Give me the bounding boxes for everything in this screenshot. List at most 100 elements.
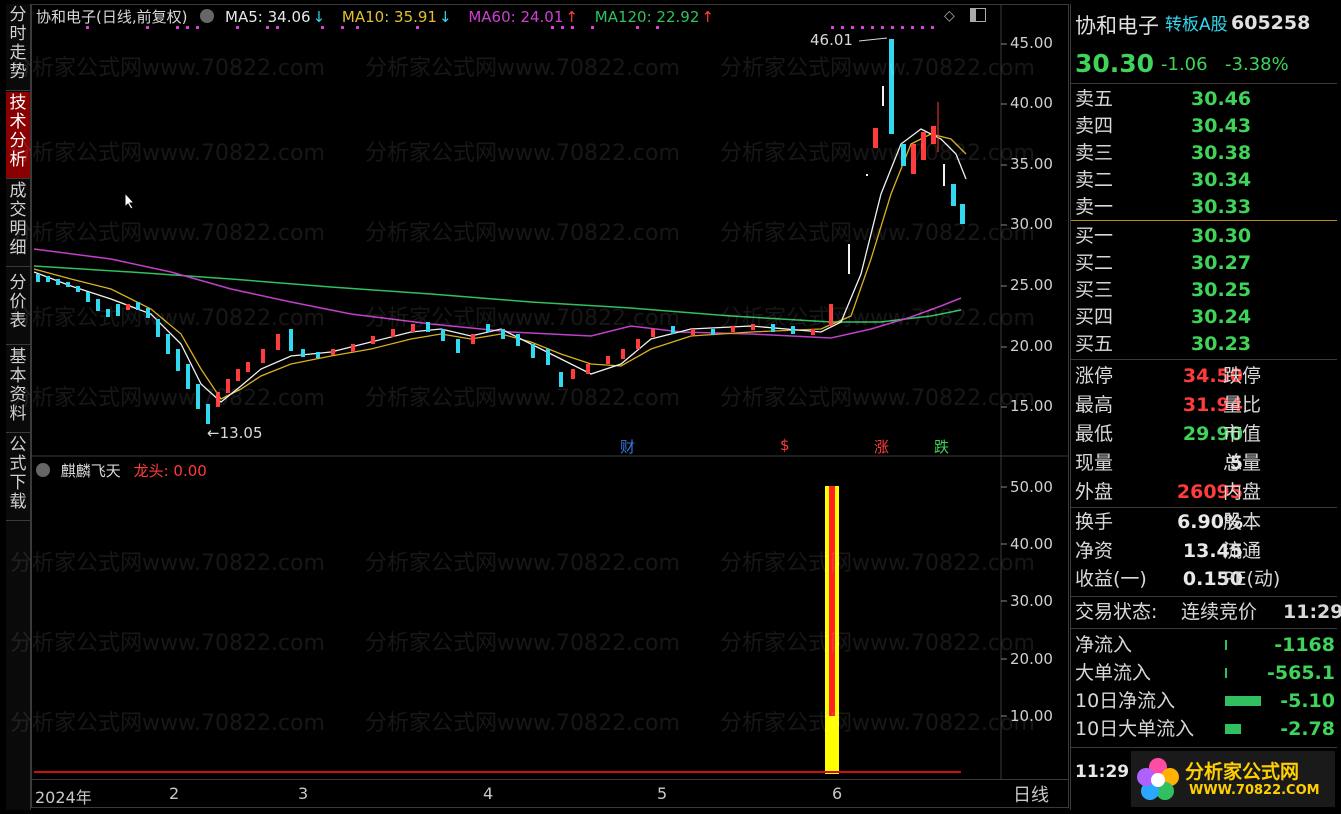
flow-label: 净流入	[1075, 634, 1133, 656]
flow-row: 10日大单流入 -2.78	[1075, 716, 1337, 743]
tab-basic-info[interactable]: 基本资料	[6, 346, 30, 433]
ask-row: 卖五 30.46	[1075, 86, 1337, 113]
event-marker-dollar[interactable]: $	[780, 436, 790, 454]
y-tick-label: 20.00	[1010, 650, 1053, 668]
stat-label: 换手	[1075, 511, 1114, 533]
quote-panel: 协和电子 转板A股 605258 30.30 -1.06 -3.38% 卖五 30…	[1070, 4, 1341, 810]
flow-row: 净流入 -1168	[1075, 632, 1337, 659]
x-tick-label: 4	[483, 784, 494, 803]
tab-label: 分价表	[9, 273, 27, 331]
y-tick-label: 30.00	[1010, 592, 1053, 610]
sub-legend: 麒麟飞天 龙头: 0.00	[36, 460, 215, 481]
bid-row: 买四 30.24	[1075, 304, 1337, 331]
stat-label: 股本	[1223, 511, 1262, 533]
low-price-mark: ←13.05	[207, 424, 263, 442]
ask-label: 卖四	[1075, 115, 1114, 137]
y-tick-label: 10.00	[1010, 707, 1053, 725]
x-tick-label: 2	[169, 784, 180, 803]
bid-row: 买三 30.25	[1075, 277, 1337, 304]
tab-price-table[interactable]: 分价表	[6, 268, 30, 345]
ask-price: 30.43	[1191, 115, 1252, 137]
stat-row: 净资 13.45 流通	[1075, 538, 1337, 565]
flow-label: 10日净流入	[1075, 690, 1176, 712]
period-selector[interactable]: 日线	[1013, 781, 1049, 807]
y-tick-label: 40.00	[1010, 94, 1053, 112]
x-axis-bar: 2024年 2 3 4 5 6 日线	[31, 779, 1069, 808]
ask-row: 卖三 30.38	[1075, 140, 1337, 167]
event-marker-finance[interactable]: 财	[620, 436, 635, 457]
flow-bar	[1225, 724, 1241, 734]
stat-label: 流通	[1223, 540, 1262, 562]
bid-price: 30.27	[1191, 252, 1252, 274]
price-change-pct: -3.38%	[1225, 54, 1289, 75]
x-tick-label: 2024年	[35, 788, 92, 807]
ask-price: 30.33	[1191, 196, 1252, 218]
ask-price: 30.46	[1191, 88, 1252, 110]
stock-code: 605258	[1231, 12, 1311, 34]
stat-label: 外盘	[1075, 481, 1114, 503]
ask-row: 卖四 30.43	[1075, 113, 1337, 140]
bid-label: 买四	[1075, 306, 1114, 328]
stat-label: 最高	[1075, 394, 1114, 416]
bid-label: 买一	[1075, 225, 1114, 247]
stat-row: 最低 29.90 市值	[1075, 421, 1337, 448]
y-tick-label: 45.00	[1010, 34, 1053, 52]
settings-toggle-icon[interactable]	[36, 463, 50, 477]
stat-row: 涨停 34.50 跌停	[1075, 363, 1337, 390]
trade-time: 11:29	[1283, 601, 1341, 623]
flow-bar	[1225, 696, 1261, 706]
flow-label: 10日大单流入	[1075, 718, 1195, 740]
stat-row: 收益(一) 0.150 PE(动)	[1075, 566, 1337, 593]
tab-trade-detail[interactable]: 成交明细	[6, 180, 30, 267]
event-marker-rise[interactable]: 涨	[874, 436, 889, 457]
tab-intraday[interactable]: 分时走势	[6, 4, 30, 91]
indicator-title: 麒麟飞天	[60, 462, 121, 480]
bid-label: 买三	[1075, 279, 1114, 301]
stat-label: 量比	[1223, 394, 1262, 416]
chart-svg	[31, 4, 1069, 779]
tab-label: 公式下载	[9, 435, 27, 512]
stat-label: 涨停	[1075, 365, 1114, 387]
y-tick-label: 35.00	[1010, 155, 1053, 173]
left-tab-bar: 分时走势 技术分析 成交明细 分价表 基本资料 公式下载	[6, 4, 31, 810]
stock-name: 协和电子	[1075, 14, 1159, 38]
board-type: 转板A股	[1165, 15, 1228, 35]
flow-bar	[1225, 640, 1227, 650]
bid-price: 30.23	[1191, 333, 1252, 355]
ask-label: 卖二	[1075, 169, 1114, 191]
stat-row: 最高 31.94 量比	[1075, 392, 1337, 419]
stat-label: 净资	[1075, 540, 1114, 562]
mouse-cursor-icon	[124, 192, 136, 210]
flow-label: 大单流入	[1075, 662, 1152, 684]
trade-status-value: 连续竞价	[1181, 601, 1258, 623]
bid-label: 买五	[1075, 333, 1114, 355]
last-price: 30.30	[1075, 49, 1155, 78]
flow-row: 大单流入 -565.1	[1075, 660, 1337, 687]
high-price-mark: 46.01	[810, 31, 853, 49]
ask-label: 卖一	[1075, 196, 1114, 218]
stat-label: 收益(一)	[1075, 568, 1147, 590]
flow-row: 10日净流入 -5.10	[1075, 688, 1337, 715]
x-tick-label: 3	[298, 784, 309, 803]
tab-label: 技术分析	[9, 93, 27, 170]
flow-bar	[1225, 668, 1227, 678]
tab-label: 基本资料	[9, 347, 27, 424]
logo: 分析家公式网 WWW.70822.COM	[1131, 751, 1335, 807]
bid-row: 买一 30.30	[1075, 223, 1337, 250]
ask-label: 卖三	[1075, 142, 1114, 164]
y-tick-label: 40.00	[1010, 535, 1053, 553]
event-marker-fall[interactable]: 跌	[934, 436, 949, 457]
ask-price: 30.38	[1191, 142, 1252, 164]
flow-value: -565.1	[1267, 662, 1335, 684]
tab-technical-analysis[interactable]: 技术分析	[6, 92, 30, 179]
y-tick-label: 25.00	[1010, 276, 1053, 294]
stat-label: 总量	[1223, 452, 1262, 474]
flow-value: -1168	[1274, 634, 1335, 656]
bid-label: 买二	[1075, 252, 1114, 274]
price-change: -1.06	[1161, 54, 1208, 75]
stat-label: 市值	[1223, 423, 1262, 445]
bid-price: 30.25	[1191, 279, 1252, 301]
trade-status-row: 交易状态: 连续竞价 11:29	[1075, 599, 1341, 626]
tab-formula-download[interactable]: 公式下载	[6, 434, 30, 521]
ask-label: 卖五	[1075, 88, 1114, 110]
